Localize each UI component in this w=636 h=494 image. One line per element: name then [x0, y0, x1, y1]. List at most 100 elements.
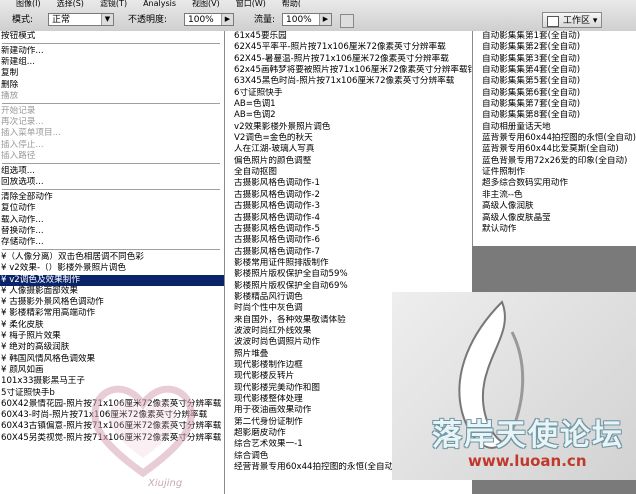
action-item[interactable]: 蓝背景专用60x44比爱莫斯(全自动)	[472, 144, 636, 155]
menu-item[interactable]: 滤镜(T)	[100, 0, 127, 8]
action-item[interactable]: AB=色调1	[224, 99, 472, 110]
menu-item[interactable]: 载入动作...	[0, 215, 224, 226]
workspace-button[interactable]: 工作区 ▾	[542, 12, 602, 28]
column-divider	[224, 31, 225, 494]
action-item[interactable]: AB=色调2	[224, 110, 472, 121]
actions-submenu-column-2: 自动影集集第1套(全自动) 自动影集集第2套(全自动) 自动影集集第3套(全自动) 自…	[472, 31, 636, 246]
menu-item[interactable]: 选择(S)	[57, 0, 84, 8]
menu-item[interactable]: ¥ 韩国风情风格色调效果	[0, 354, 224, 365]
action-item[interactable]: 偏色照片的颜色调整	[224, 156, 472, 167]
action-item[interactable]: 6寸证照快手	[224, 88, 472, 99]
menu-item[interactable]: 图像(I)	[16, 0, 41, 8]
action-item[interactable]: 古摄影风格色调动作-5	[224, 224, 472, 235]
menu-item[interactable]: ¥（人像分离）双击色相居调不同色彩	[0, 252, 224, 263]
opacity-field[interactable]: 100% ▶	[184, 13, 234, 26]
action-item[interactable]: 自动影集集第2套(全自动)	[472, 42, 636, 53]
options-toolbar: 图像(I) 选择(S) 滤镜(T) Analysis 视图(V) 窗口(W) 帮助(H) 模…	[0, 0, 636, 32]
menu-item: 插入路径	[1, 151, 36, 161]
forum-logo-url: www.luoan.cn	[468, 452, 587, 470]
menu-item[interactable]: Analysis	[143, 0, 176, 8]
action-item[interactable]: 古摄影风格色调动作-3	[224, 201, 472, 212]
menu-item[interactable]: ¥ 颜风如画	[0, 365, 224, 376]
action-item[interactable]: 影楼常用证件照排版制作	[224, 258, 472, 269]
menu-item[interactable]: 复制	[0, 68, 224, 79]
flow-label: 流量:	[254, 15, 276, 25]
action-item[interactable]: 全自动抠图	[224, 167, 472, 178]
mode-select[interactable]: 正常 ▼	[48, 13, 114, 26]
menu-item[interactable]: 新建组...	[0, 57, 224, 68]
menu-item[interactable]: 按钮模式	[0, 31, 224, 42]
chevron-down-icon: ▼	[101, 14, 113, 25]
opacity-label: 不透明度:	[128, 15, 168, 25]
action-item[interactable]: 63X45黑色时尚-照片按71x106厘米72像素英寸分辨率载	[224, 76, 472, 87]
action-item[interactable]: 62x45画韩梦将要被照片按71x106厘米72像素英寸分辨率载钧	[224, 65, 472, 76]
menu-bar: 图像(I) 选择(S) 滤镜(T) Analysis 视图(V) 窗口(W) 帮助(H)	[0, 0, 300, 8]
action-item[interactable]: 默认动作	[472, 224, 636, 235]
heart-watermark	[91, 385, 195, 478]
tool-options-bar: 模式: 正常 ▼ 不透明度: 100% ▶ 流量: 100% ▶	[0, 11, 636, 29]
menu-item-selected[interactable]: ¥ v2调色及效果制作	[0, 274, 224, 286]
forum-logo-title: 落岸天使论坛	[432, 418, 624, 453]
action-item[interactable]: 自动影集集第5套(全自动)	[472, 76, 636, 87]
action-item[interactable]: 蓝色背景专用72x26爱的印象(全自动)	[472, 156, 636, 167]
action-item[interactable]: 古摄影风格色调动作-4	[224, 213, 472, 224]
action-item[interactable]: V2调色=金色的秋天	[224, 133, 472, 144]
menu-item: 开始记录	[1, 105, 36, 116]
menu-item[interactable]: ¥ 梅子照片效果	[0, 331, 224, 342]
menu-item: 插入菜单项目...	[1, 128, 61, 139]
chevron-right-icon: ▶	[221, 14, 233, 25]
menu-item[interactable]: 复位动作	[0, 203, 224, 214]
action-item[interactable]: 自动影集集第4套(全自动)	[472, 65, 636, 76]
flow-field[interactable]: 100% ▶	[282, 13, 332, 26]
action-item[interactable]: 自动相册童话天地	[472, 122, 636, 133]
action-item[interactable]: 证件照制作	[472, 167, 636, 178]
action-item[interactable]: 自动影集集第7套(全自动)	[472, 99, 636, 110]
chevron-right-icon: ▶	[319, 14, 331, 25]
action-item[interactable]: 非主流--色	[472, 190, 636, 201]
action-item[interactable]: 自动影集集第6套(全自动)	[472, 88, 636, 99]
watermark-text: Xiujing	[148, 478, 183, 489]
action-item[interactable]: 61x45要乐园	[224, 31, 472, 42]
menu-item[interactable]: ¥ v2效果-（）影楼外景照片调色	[0, 263, 224, 274]
action-item[interactable]: 古摄影风格色调动作-7	[224, 247, 472, 258]
menu-item[interactable]: ¥ 绝对的高级润肤	[0, 342, 224, 353]
flow-value: 100%	[286, 15, 312, 25]
menu-item[interactable]: ¥ 古摄影外景风格色调动作	[0, 297, 224, 308]
menu-item: 再次记录...	[1, 117, 44, 128]
action-item[interactable]: 高级人像润肤	[472, 201, 636, 212]
action-item[interactable]: 高级人像皮肤晶莹	[472, 213, 636, 224]
action-item[interactable]: 人在江湖-玻璃人写真	[224, 144, 472, 155]
opacity-value: 100%	[188, 15, 214, 25]
menu-item[interactable]: 清除全部动作	[0, 192, 224, 203]
action-item[interactable]: 古摄影风格色调动作-2	[224, 190, 472, 201]
action-item[interactable]: 自动影集集第8套(全自动)	[472, 110, 636, 121]
menu-item[interactable]: 帮助(H)	[282, 0, 300, 8]
menu-item: 播放	[1, 91, 19, 101]
action-item[interactable]: 自动影集集第1套(全自动)	[472, 31, 636, 42]
action-item[interactable]: 蓝背景专用60x44拍控图的永恒(全自动)	[472, 133, 636, 144]
action-item[interactable]: v2效果影楼外景照片调色	[224, 122, 472, 133]
menu-item[interactable]: 组选项...	[0, 166, 224, 177]
menu-item[interactable]: 窗口(W)	[236, 0, 266, 8]
action-item[interactable]: 古摄影风格色调动作-1	[224, 178, 472, 189]
menu-item[interactable]: ¥ 人像摄影面部效果	[0, 286, 224, 297]
menu-item[interactable]: 存储动作...	[0, 237, 224, 248]
workspace-icon	[547, 16, 559, 27]
menu-item[interactable]: 新建动作...	[0, 46, 224, 57]
menu-item[interactable]: 视图(V)	[192, 0, 220, 8]
menu-item[interactable]: 删除	[0, 80, 224, 91]
column-divider	[472, 31, 473, 246]
action-item[interactable]: 自动影集集第3套(全自动)	[472, 54, 636, 65]
menu-item[interactable]: ¥ 影楼精彩常用高端动作	[0, 308, 224, 319]
menu-item[interactable]: ¥ 柔化皮肤	[0, 320, 224, 331]
action-item[interactable]: 古摄影风格色调动作-6	[224, 235, 472, 246]
action-item[interactable]: 超多综合数码实用动作	[472, 178, 636, 189]
action-item[interactable]: 62X45平率平-照片按71x106厘米72像素英寸分辨率载	[224, 42, 472, 53]
action-item[interactable]: 影楼照片版权保护全自动59%	[224, 269, 472, 280]
action-item[interactable]: 62X45-暑蔓温-照片按71x106厘米72像素英寸分辨率载	[224, 54, 472, 65]
menu-item[interactable]: 替换动作...	[0, 226, 224, 237]
mode-value: 正常	[52, 15, 71, 25]
menu-item[interactable]: 回放选项...	[0, 177, 224, 188]
action-item[interactable]: 影楼照片版权保护全自动69%	[224, 281, 472, 292]
airbrush-icon[interactable]	[340, 14, 354, 28]
